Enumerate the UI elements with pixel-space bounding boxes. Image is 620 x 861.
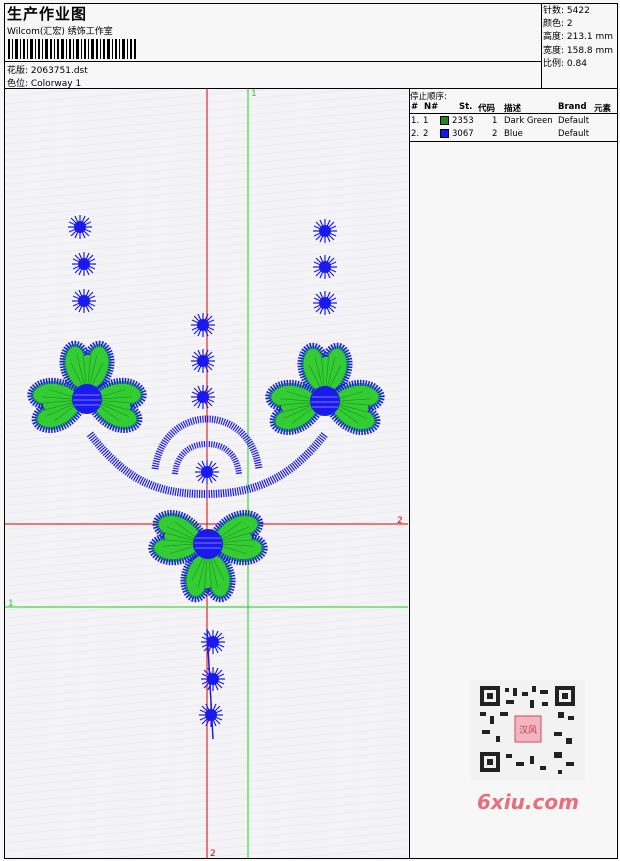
row-code: 2 (492, 129, 498, 139)
row-desc: Blue (504, 129, 523, 139)
header-divider (4, 61, 542, 62)
star-burst (194, 459, 220, 485)
right-trefoil (266, 346, 383, 435)
col-n: N# (424, 102, 439, 112)
green-horizontal-label: 1 (8, 599, 14, 609)
star-burst (312, 218, 338, 244)
star-burst (71, 288, 97, 314)
green-vertical-label: 1 (251, 89, 257, 99)
page-title: 生产作业图 (7, 5, 88, 23)
star-burst (200, 666, 226, 692)
color-swatch (440, 116, 449, 125)
star-burst (190, 384, 216, 410)
row-desc: Dark Green (504, 116, 553, 126)
watermark-site: 6xiu.com (477, 790, 579, 814)
row-st: 2353 (452, 116, 474, 126)
star-burst (67, 214, 93, 240)
table-header-line (410, 113, 618, 114)
col-st: St. (459, 102, 473, 112)
star-burst (190, 312, 216, 338)
design-width: 宽度: 158.8 mm (543, 45, 614, 56)
left-trefoil (28, 344, 145, 433)
red-vertical-label: 2 (210, 849, 216, 858)
color-swatch (440, 129, 449, 138)
panel-divider (409, 88, 410, 859)
embroidery-design: 1 1 2 2 (5, 89, 408, 858)
design-height: 高度: 213.1 mm (543, 32, 614, 43)
row-st: 3067 (452, 129, 474, 139)
row-brand: Default (558, 129, 590, 139)
stitch-count: 针数: 5422 (543, 6, 590, 16)
table-bottom-line (410, 141, 618, 142)
red-horizontal-label: 2 (397, 516, 403, 526)
star-burst (71, 251, 97, 277)
row-index: 1. (411, 116, 420, 126)
star-burst (200, 629, 226, 655)
design-stats: 针数: 5422 颜色: 2 高度: 213.1 mm 宽度: 158.8 mm… (543, 5, 613, 71)
row-n: 1 (423, 116, 429, 126)
star-burst (312, 290, 338, 316)
star-burst (190, 348, 216, 374)
stop-sequence-title: 停止顺序: (410, 92, 447, 102)
stats-divider (541, 3, 542, 89)
col-brand: Brand (558, 102, 587, 112)
barcode (8, 39, 136, 59)
design-scale: 比例: 0.84 (543, 58, 587, 69)
design-canvas[interactable]: 1 1 2 2 (5, 89, 408, 858)
row-code: 1 (492, 116, 498, 126)
row-brand: Default (558, 116, 590, 126)
studio-name: Wilcom(汇宏) 绣饰工作室 (7, 27, 113, 37)
star-burst (312, 254, 338, 280)
color-count: 颜色: 2 (543, 19, 573, 30)
row-index: 2. (411, 129, 420, 139)
row-n: 2 (423, 129, 429, 139)
qr-code: 汉风 (470, 680, 585, 780)
col-index: # (411, 102, 419, 112)
design-name: 花版: 2063751.dst (7, 66, 88, 76)
qr-stamp: 汉风 (519, 725, 537, 736)
